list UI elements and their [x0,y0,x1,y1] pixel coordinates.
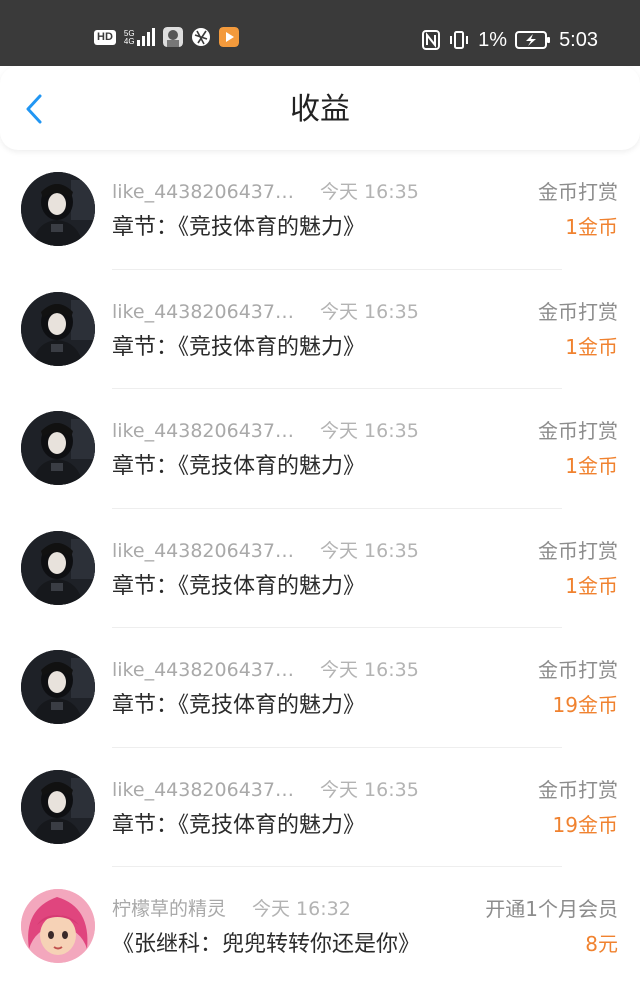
chapter-title: 章节：《竞技体育的魅力》 [112,454,366,479]
girl-avatar-icon [21,769,95,844]
timestamp: 今天 16:35 [320,539,419,562]
battery-charging-icon [515,31,551,49]
user-name: like_4438206437… [112,420,292,442]
app-icon [162,27,183,47]
earning-type: 金币打赏 [538,777,618,802]
list-item[interactable]: like_4438206437… 今天 16:35 章节：《竞技体育的魅力》 金… [0,389,640,509]
chapter-title: 章节：《竞技体育的魅力》 [112,693,366,718]
amount: 19金币 [552,812,618,837]
earning-type: 金币打赏 [538,419,618,443]
app-icon [191,28,210,46]
girl-avatar-icon [21,291,95,366]
avatar[interactable] [21,530,95,605]
timestamp: 今天 16:35 [320,659,419,681]
earning-type: 金币打赏 [538,180,618,204]
earning-type: 开通1个月会员 [485,897,618,921]
network-type-bottom: 4G [123,37,135,46]
earnings-list: like_4438206437… 今天 16:35 章节：《竞技体育的魅力》 金… [0,150,640,987]
list-item[interactable]: like_4438206437… 今天 16:35 章节：《竞技体育的魅力》 金… [0,628,640,748]
amount: 1金币 [565,454,618,478]
amount: 1金币 [565,573,618,598]
timestamp: 今天 16:35 [320,300,419,323]
amount: 19金币 [552,693,618,717]
avatar[interactable] [21,411,95,485]
list-item[interactable]: like_4438206437… 今天 16:35 章节：《竞技体育的魅力》 金… [0,150,640,270]
avatar[interactable] [21,650,95,724]
timestamp: 今天 16:35 [320,420,419,442]
timestamp: 今天 16:35 [320,181,419,203]
earning-type: 金币打赏 [538,658,618,682]
status-right: 1% 5:03 [422,27,598,53]
earning-type: 金币打赏 [538,538,618,563]
girl-avatar-icon [21,172,95,246]
list-item[interactable]: 柠檬草的精灵 今天 16:32 《张继科：兜兜转转你还是你》 开通1个月会员 8… [0,867,640,987]
chapter-title: 章节：《竞技体育的魅力》 [112,334,366,360]
nfc-icon [422,30,441,50]
user-name: like_4438206437… [112,181,292,203]
list-item[interactable]: like_4438206437… 今天 16:35 章节：《竞技体育的魅力》 金… [0,509,640,628]
app-icon [218,27,239,47]
avatar[interactable] [21,172,95,246]
timestamp: 今天 16:32 [252,898,351,920]
amount: 8元 [585,932,618,956]
signal-icon: 5G 4G [124,28,155,46]
status-left: HD 5G 4G [94,27,239,47]
user-name: like_4438206437… [112,659,292,681]
avatar[interactable] [21,769,95,844]
user-name: like_4438206437… [112,539,292,562]
user-name: like_4438206437… [112,778,292,801]
chapter-title: 章节：《竞技体育的魅力》 [112,215,366,240]
nav-header: 收益 [0,66,640,150]
chapter-title: 章节：《竞技体育的魅力》 [112,573,366,599]
network-type: 5G 4G [124,30,135,46]
chapter-title: 章节：《竞技体育的魅力》 [112,812,366,838]
signal-bars [136,28,155,46]
user-name: like_4438206437… [112,300,292,323]
girl-avatar-icon [21,411,95,485]
vibrate-icon [450,31,469,49]
girl-avatar-icon [21,530,95,605]
amount: 1金币 [565,215,618,239]
list-item[interactable]: like_4438206437… 今天 16:35 章节：《竞技体育的魅力》 金… [0,270,640,389]
list-item[interactable]: like_4438206437… 今天 16:35 章节：《竞技体育的魅力》 金… [0,748,640,867]
page-title: 收益 [290,92,350,127]
girl-avatar-icon [21,650,95,724]
earning-type: 金币打赏 [538,299,618,324]
avatar[interactable] [21,291,95,366]
hd-icon: HD [94,29,116,45]
status-bar: HD 5G 4G 1% 5:03 [0,0,640,66]
avatar[interactable] [21,889,95,963]
battery-percent: 1% [478,29,508,51]
chapter-title: 《张继科：兜兜转转你还是你》 [112,932,421,957]
timestamp: 今天 16:35 [320,778,419,801]
cartoon-avatar-icon [21,889,95,963]
amount: 1金币 [565,334,618,359]
clock: 5:03 [559,29,598,51]
